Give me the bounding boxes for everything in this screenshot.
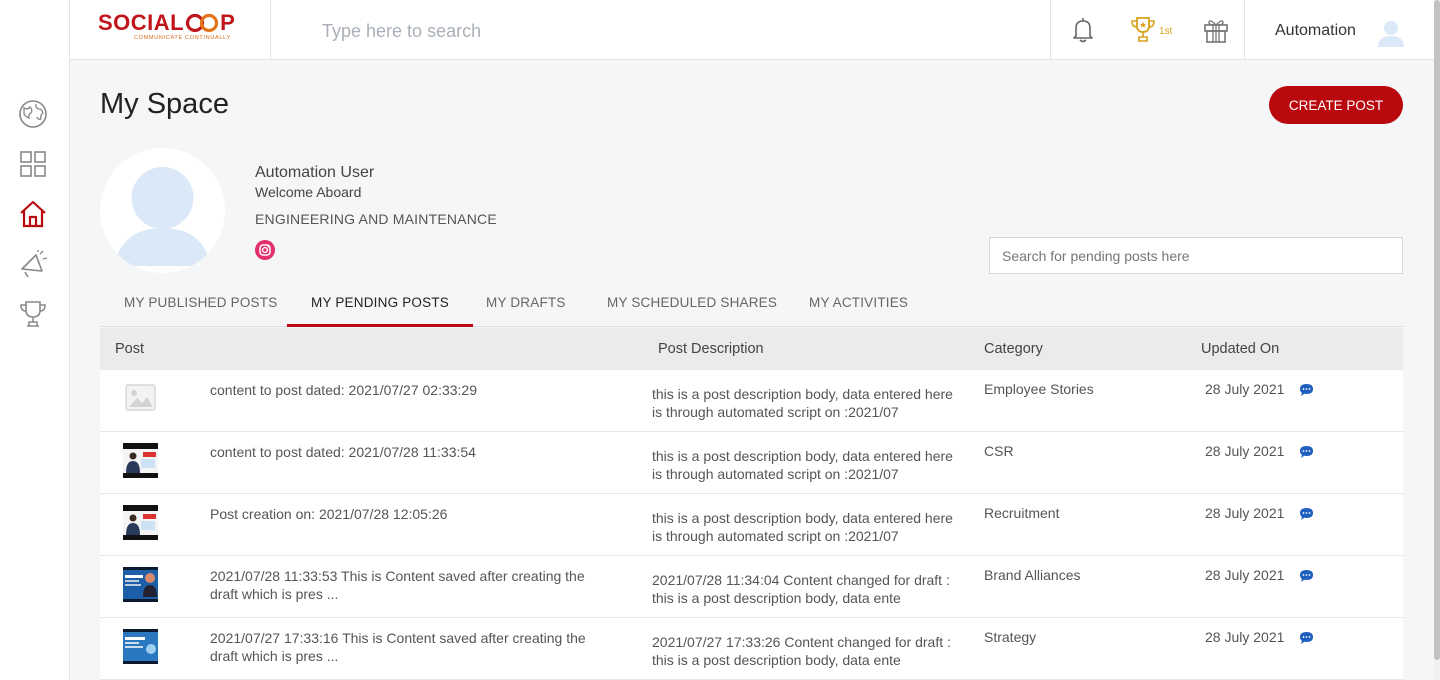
globe-icon[interactable] xyxy=(17,98,49,130)
header-divider xyxy=(270,0,271,59)
post-category: Strategy xyxy=(984,629,1037,645)
leaderboard-rank: 1st xyxy=(1159,26,1173,37)
profile-name: Automation User xyxy=(255,164,375,181)
header-divider xyxy=(1244,0,1245,59)
post-thumbnail-placeholder-icon[interactable] xyxy=(123,381,158,416)
comment-icon[interactable] xyxy=(1299,569,1314,583)
column-header-category: Category xyxy=(984,341,1043,357)
scrollbar-thumb[interactable] xyxy=(1434,0,1440,660)
tab-my-pending-posts[interactable]: MY PENDING POSTS xyxy=(287,285,473,327)
tab-my-published-posts[interactable]: MY PUBLISHED POSTS xyxy=(124,285,277,327)
comment-icon[interactable] xyxy=(1299,507,1314,521)
posts-tabs: MY PUBLISHED POSTS MY PENDING POSTS MY D… xyxy=(100,285,1403,327)
post-category: Employee Stories xyxy=(984,381,1094,397)
post-updated-date: 28 July 2021 xyxy=(1205,567,1285,583)
post-updated-date: 28 July 2021 xyxy=(1205,443,1285,459)
home-icon[interactable] xyxy=(17,198,49,230)
left-nav-rail xyxy=(0,0,70,680)
create-post-button[interactable]: CREATE POST xyxy=(1269,86,1403,124)
post-description: 2021/07/27 17:33:26 Content changed for … xyxy=(652,634,951,668)
tab-my-activities[interactable]: MY ACTIVITIES xyxy=(809,285,908,327)
trophy-icon[interactable] xyxy=(17,298,49,330)
header-divider xyxy=(1050,0,1051,59)
post-updated-date: 28 July 2021 xyxy=(1205,381,1285,397)
profile-avatar[interactable] xyxy=(100,148,225,273)
socialoop-logo[interactable]: SOCIAL P COMMUNICATE CONTINUALLY xyxy=(98,10,253,50)
post-thumbnail-video-icon[interactable] xyxy=(123,629,158,664)
grid-icon[interactable] xyxy=(17,148,49,180)
post-title[interactable]: content to post dated: 2021/07/28 11:33:… xyxy=(210,443,610,461)
post-description: this is a post description body, data en… xyxy=(652,386,953,420)
post-title[interactable]: content to post dated: 2021/07/27 02:33:… xyxy=(210,381,610,399)
post-description: this is a post description body, data en… xyxy=(652,448,953,482)
post-updated-date: 28 July 2021 xyxy=(1205,505,1285,521)
post-title[interactable]: 2021/07/27 17:33:16 This is Content save… xyxy=(210,629,610,665)
table-header: Post Post Description Category Updated O… xyxy=(100,328,1403,370)
profile-department: ENGINEERING AND MAINTENANCE xyxy=(255,211,497,227)
tab-my-scheduled-shares[interactable]: MY SCHEDULED SHARES xyxy=(607,285,777,327)
column-header-updated: Updated On xyxy=(1201,341,1280,357)
global-search-input[interactable] xyxy=(322,14,922,48)
table-row[interactable]: 2021/07/27 17:33:16 This is Content save… xyxy=(100,618,1403,680)
user-avatar-icon[interactable] xyxy=(1376,17,1406,47)
pending-posts-search-input[interactable] xyxy=(989,237,1403,274)
post-updated-date: 28 July 2021 xyxy=(1205,629,1285,645)
column-header-post: Post xyxy=(115,341,145,357)
table-row[interactable]: Post creation on: 2021/07/28 12:05:26 th… xyxy=(100,494,1403,556)
post-description: 2021/07/28 11:34:04 Content changed for … xyxy=(652,572,950,606)
post-description: this is a post description body, data en… xyxy=(652,510,953,544)
post-thumbnail-video-icon[interactable] xyxy=(123,505,158,540)
table-row[interactable]: content to post dated: 2021/07/28 11:33:… xyxy=(100,432,1403,494)
comment-icon[interactable] xyxy=(1299,383,1314,397)
column-header-description: Post Description xyxy=(658,341,764,357)
post-category: Brand Alliances xyxy=(984,567,1081,583)
post-thumbnail-video-icon[interactable] xyxy=(123,567,158,602)
instagram-icon[interactable] xyxy=(255,240,275,260)
post-thumbnail-video-icon[interactable] xyxy=(123,443,158,478)
page-title: My Space xyxy=(100,88,229,120)
top-header: SOCIAL P COMMUNICATE CONTINUALLY 1st Aut… xyxy=(70,0,1434,60)
tab-my-drafts[interactable]: MY DRAFTS xyxy=(486,285,566,327)
table-row[interactable]: content to post dated: 2021/07/27 02:33:… xyxy=(100,370,1403,432)
bell-icon[interactable] xyxy=(1069,16,1097,44)
post-title[interactable]: 2021/07/28 11:33:53 This is Content save… xyxy=(210,567,610,603)
comment-icon[interactable] xyxy=(1299,445,1314,459)
post-title[interactable]: Post creation on: 2021/07/28 12:05:26 xyxy=(210,505,610,523)
megaphone-icon[interactable] xyxy=(17,248,49,280)
page-scrollbar[interactable] xyxy=(1434,0,1440,680)
header-user-name[interactable]: Automation xyxy=(1275,22,1356,40)
post-category: Recruitment xyxy=(984,505,1060,521)
logo-loop-icon xyxy=(186,13,219,33)
logo-text: SOCIAL xyxy=(98,10,185,35)
profile-welcome: Welcome Aboard xyxy=(255,184,362,200)
comment-icon[interactable] xyxy=(1299,631,1314,645)
logo-text-end: P xyxy=(220,10,236,35)
gift-icon[interactable] xyxy=(1202,16,1230,44)
table-row[interactable]: 2021/07/28 11:33:53 This is Content save… xyxy=(100,556,1403,618)
leaderboard-trophy-icon[interactable] xyxy=(1129,16,1157,44)
post-category: CSR xyxy=(984,443,1014,459)
